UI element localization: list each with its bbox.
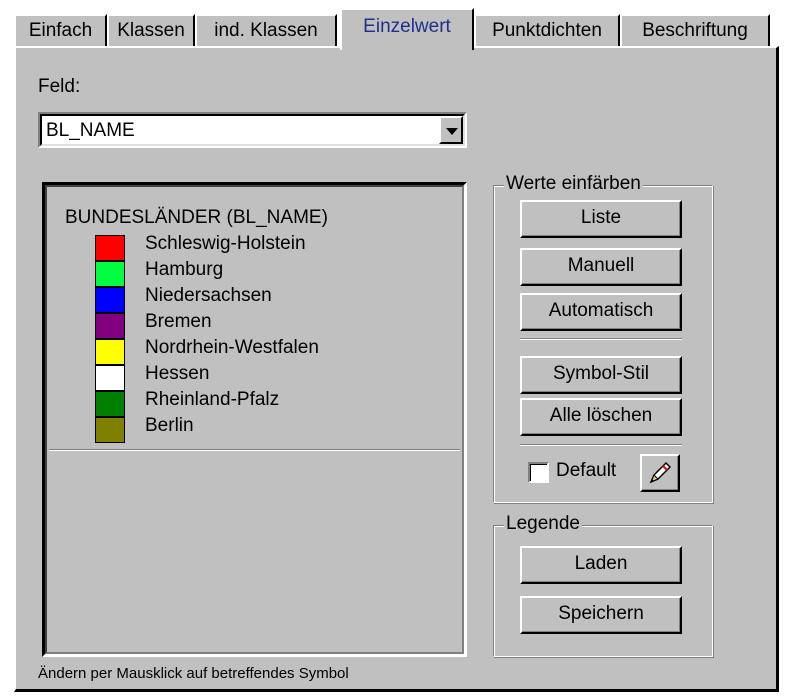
symbol-stil-button[interactable]: Symbol-Stil xyxy=(520,356,682,394)
color-swatch[interactable] xyxy=(95,235,125,261)
color-swatch[interactable] xyxy=(95,339,125,365)
layer-properties-dialog: Einfach Klassen ind. Klassen Einzelwert … xyxy=(0,0,783,697)
laden-button[interactable]: Laden xyxy=(520,546,682,584)
automatisch-button[interactable]: Automatisch xyxy=(520,293,682,331)
liste-button[interactable]: Liste xyxy=(520,200,682,238)
tab-einfach[interactable]: Einfach xyxy=(14,14,107,48)
legende-group: Legende Laden Speichern xyxy=(493,513,713,657)
legende-caption: Legende xyxy=(504,513,582,535)
legend-title: BUNDESLÄNDER (BL_NAME) xyxy=(65,207,328,228)
field-select[interactable]: BL_NAME xyxy=(38,112,467,148)
tab-beschriftung[interactable]: Beschriftung xyxy=(620,14,770,48)
color-swatch[interactable] xyxy=(95,365,125,391)
chevron-down-icon xyxy=(446,128,458,135)
legend-item-label: Niedersachsen xyxy=(145,285,272,306)
default-checkbox[interactable] xyxy=(528,462,549,483)
legend-item-label: Bremen xyxy=(145,311,212,332)
tab-punktdichten[interactable]: Punktdichten xyxy=(474,14,620,48)
legend-item-label: Schleswig-Holstein xyxy=(145,233,306,254)
alle-loeschen-button[interactable]: Alle löschen xyxy=(520,398,682,436)
hint-text: Ändern per Mausklick auf betreffendes Sy… xyxy=(38,665,349,682)
werte-einfaerben-caption: Werte einfärben xyxy=(504,173,643,195)
color-swatch[interactable] xyxy=(95,313,125,339)
pencil-icon xyxy=(649,461,672,484)
speichern-button[interactable]: Speichern xyxy=(520,596,682,634)
edit-default-style-button[interactable] xyxy=(640,454,680,492)
einzelwert-page: Feld: BL_NAME BUNDESLÄNDER (BL_NAME) Sch… xyxy=(14,46,779,692)
legend-item-label: Berlin xyxy=(145,415,194,436)
color-swatch[interactable] xyxy=(95,417,125,443)
legend-divider xyxy=(49,449,460,451)
tab-strip: Einfach Klassen ind. Klassen Einzelwert … xyxy=(14,8,774,50)
werte-einfaerben-group: Werte einfärben Liste Manuell Automatisc… xyxy=(493,173,713,503)
legend-listbox[interactable]: BUNDESLÄNDER (BL_NAME) Schleswig-Holstei… xyxy=(42,182,467,657)
legend-item-label: Hamburg xyxy=(145,259,224,280)
color-swatch[interactable] xyxy=(95,391,125,417)
color-swatch[interactable] xyxy=(95,287,125,313)
default-label: Default xyxy=(556,460,617,481)
legend-item-label: Nordrhein-Westfalen xyxy=(145,337,319,358)
color-swatch[interactable] xyxy=(95,261,125,287)
separator xyxy=(520,338,682,340)
legend-item-label: Hessen xyxy=(145,363,210,384)
manuell-button[interactable]: Manuell xyxy=(520,248,682,286)
separator xyxy=(520,444,682,446)
field-label: Feld: xyxy=(38,76,81,97)
dropdown-button[interactable] xyxy=(439,116,463,144)
field-select-value: BL_NAME xyxy=(46,120,135,141)
tab-einzelwert[interactable]: Einzelwert xyxy=(340,8,474,50)
tab-ind-klassen[interactable]: ind. Klassen xyxy=(195,14,337,48)
tab-klassen[interactable]: Klassen xyxy=(107,14,195,48)
legend-item-label: Rheinland-Pfalz xyxy=(145,389,280,410)
